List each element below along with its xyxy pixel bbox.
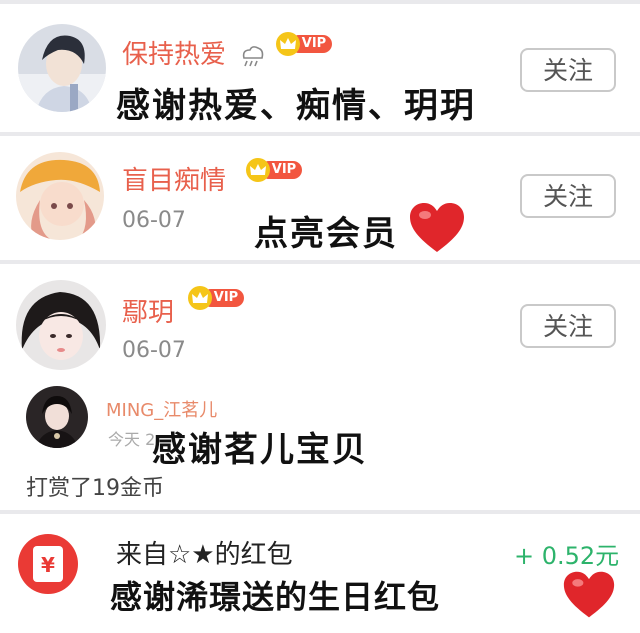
user-name[interactable]: 保持热爱 — [122, 34, 226, 71]
user-name[interactable]: 盲目痴情 — [122, 160, 226, 197]
vip-badge: VIP — [246, 158, 306, 182]
follow-button[interactable]: 关注 — [520, 304, 616, 348]
red-packet-card[interactable]: ¥ 来自☆★的红包 + 0.52元 感谢浠璟送的生日红包 — [0, 514, 640, 633]
avatar[interactable] — [18, 24, 106, 112]
caption: 感谢浠璟送的生日红包 — [110, 578, 441, 616]
user-card-1: 保持热爱 VIP 关注 感谢热爱、痴情、玥玥 — [0, 4, 640, 132]
gift-time: 今天 2 — [108, 430, 156, 449]
crown-icon — [188, 286, 212, 310]
crown-icon — [276, 32, 300, 56]
crown-icon — [246, 158, 270, 182]
gift-user-name[interactable]: MING_江茗儿 — [106, 396, 217, 422]
red-packet-amount: + 0.52元 — [514, 542, 620, 570]
user-card-3: 鄢玥 VIP 06-07 关注 MING_江茗儿 今天 2 感谢茗儿宝贝 打赏了… — [0, 264, 640, 510]
caption: 点亮会员 — [254, 214, 398, 254]
date: 06-07 — [122, 208, 186, 233]
gift-avatar[interactable] — [26, 386, 88, 448]
follow-button[interactable]: 关注 — [520, 174, 616, 218]
user-name[interactable]: 鄢玥 — [122, 292, 174, 329]
heart-icon — [563, 571, 615, 618]
caption: 感谢热爱、痴情、玥玥 — [116, 86, 476, 126]
red-packet-icon: ¥ — [18, 534, 78, 594]
red-packet-from: 来自☆★的红包 — [116, 540, 293, 570]
gift-text: 打赏了19金币 — [26, 476, 164, 501]
user-card-2: 盲目痴情 VIP 06-07 关注 点亮会员 — [0, 136, 640, 260]
heart-icon — [410, 203, 464, 252]
avatar[interactable] — [16, 152, 104, 240]
vip-badge: VIP — [276, 32, 336, 56]
avatar[interactable] — [16, 280, 106, 370]
vip-badge: VIP — [188, 286, 248, 310]
date: 06-07 — [122, 338, 186, 363]
weather-icon — [242, 46, 264, 67]
follow-button[interactable]: 关注 — [520, 48, 616, 92]
caption: 感谢茗儿宝贝 — [152, 430, 368, 470]
